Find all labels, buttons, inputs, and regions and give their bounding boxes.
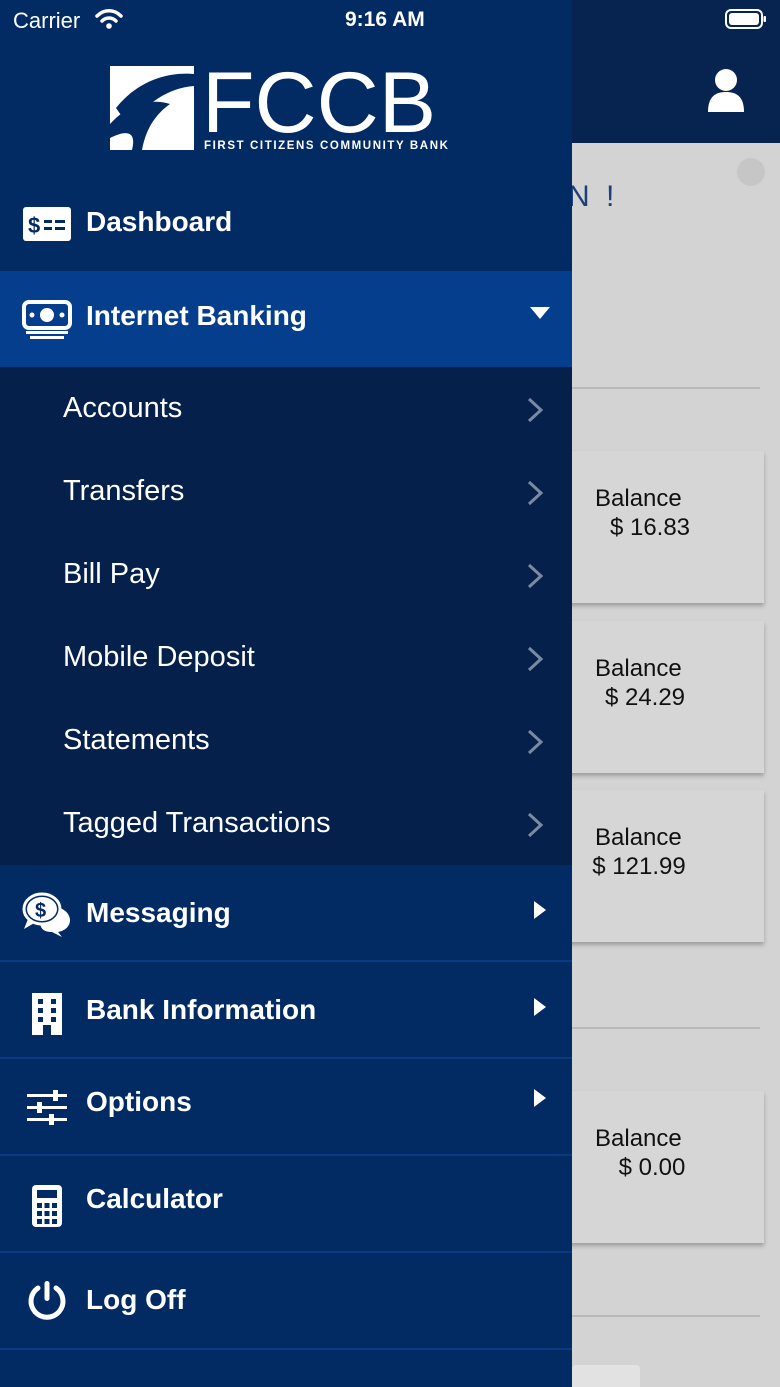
balance-label: Balance [595, 655, 682, 682]
chevron-right-icon [527, 812, 544, 838]
submenu-label: Statements [63, 724, 210, 756]
menu-label: Dashboard [86, 206, 233, 237]
menu-label: Options [86, 1086, 192, 1117]
submenu-item-mobile-deposit[interactable]: Mobile Deposit [0, 617, 572, 700]
fccb-logo: FCCB FIRST CITIZENS COMMUNITY BANK [110, 64, 450, 152]
logo-tagline: FIRST CITIZENS COMMUNITY BANK [204, 140, 450, 152]
submenu-label: Transfers [63, 475, 185, 507]
svg-text:$: $ [28, 213, 40, 238]
chevron-right-icon [527, 646, 544, 672]
caret-down-icon[interactable] [530, 307, 550, 319]
menu-label: Log Off [86, 1284, 186, 1315]
submenu-label: Accounts [63, 392, 183, 424]
submenu-item-tagged-transactions[interactable]: Tagged Transactions [0, 783, 572, 866]
power-icon [22, 1276, 72, 1326]
menu-item-log-off[interactable]: Log Off [0, 1254, 572, 1350]
submenu-item-transfers[interactable]: Transfers [0, 451, 572, 534]
divider [572, 1315, 760, 1317]
submenu-item-bill-pay[interactable]: Bill Pay [0, 534, 572, 617]
account-card[interactable]: Balance $ 16.83 [560, 451, 764, 603]
greeting-text: N ! [568, 180, 619, 213]
card-edge [572, 1365, 640, 1387]
money-stack-icon [22, 294, 72, 344]
divider [572, 1027, 760, 1029]
menu-item-dashboard[interactable]: $ Dashboard [0, 175, 572, 271]
balance-value: $ 24.29 [604, 684, 686, 711]
menu-label: Internet Banking [86, 300, 307, 331]
battery-icon [725, 9, 766, 29]
caret-right-icon[interactable] [534, 901, 546, 919]
wifi-icon [95, 9, 123, 29]
balance-value: $ 16.83 [609, 514, 691, 541]
logo-wordmark: FCCB [202, 64, 436, 151]
balance-label: Balance [595, 485, 682, 512]
menu-item-bank-information[interactable]: Bank Information [0, 963, 572, 1059]
menu-label: Messaging [86, 897, 231, 928]
chevron-right-icon [527, 729, 544, 755]
submenu-label: Mobile Deposit [63, 641, 255, 673]
submenu-label: Tagged Transactions [63, 807, 331, 839]
account-card[interactable]: Balance $ 121.99 [560, 790, 764, 942]
caret-right-icon[interactable] [534, 1089, 546, 1107]
account-card[interactable]: Balance $ 0.00 [560, 1091, 764, 1243]
menu-item-messaging[interactable]: $ Messaging [0, 866, 572, 962]
svg-text:$: $ [35, 900, 46, 922]
chevron-right-icon [527, 480, 544, 506]
chevron-right-icon [527, 397, 544, 423]
building-icon [22, 989, 72, 1039]
navigation-drawer: FCCB FIRST CITIZENS COMMUNITY BANK $ Das… [0, 0, 572, 1387]
menu-label: Calculator [86, 1183, 223, 1214]
balance-value: $ 0.00 [618, 1154, 686, 1181]
balance-label: Balance [595, 824, 682, 851]
divider [572, 387, 760, 389]
sliders-icon [22, 1082, 72, 1132]
submenu-item-accounts[interactable]: Accounts [0, 368, 572, 451]
profile-icon[interactable] [706, 68, 746, 112]
menu-item-calculator[interactable]: Calculator [0, 1157, 572, 1253]
submenu-item-statements[interactable]: Statements [0, 700, 572, 783]
balance-label: Balance [595, 1125, 682, 1152]
calculator-icon [22, 1181, 72, 1231]
menu-item-internet-banking[interactable]: Internet Banking [0, 271, 572, 367]
internet-banking-submenu: Accounts Transfers Bill Pay Mobile Depos… [0, 367, 572, 865]
caret-right-icon[interactable] [534, 998, 546, 1016]
menu-label: Bank Information [86, 994, 317, 1025]
status-time: 9:16 AM [345, 8, 425, 31]
menu-item-options[interactable]: Options [0, 1060, 572, 1156]
submenu-label: Bill Pay [63, 558, 160, 590]
account-card[interactable]: Balance $ 24.29 [560, 621, 764, 773]
carrier-label: Carrier [13, 8, 81, 33]
balance-value: $ 121.99 [592, 853, 686, 880]
chevron-right-icon [527, 563, 544, 589]
status-bar: Carrier 9:16 AM [0, 0, 780, 40]
chat-dollar-icon: $ [22, 889, 72, 939]
info-dot-icon[interactable] [737, 158, 765, 186]
money-bill-icon: $ [22, 199, 72, 249]
